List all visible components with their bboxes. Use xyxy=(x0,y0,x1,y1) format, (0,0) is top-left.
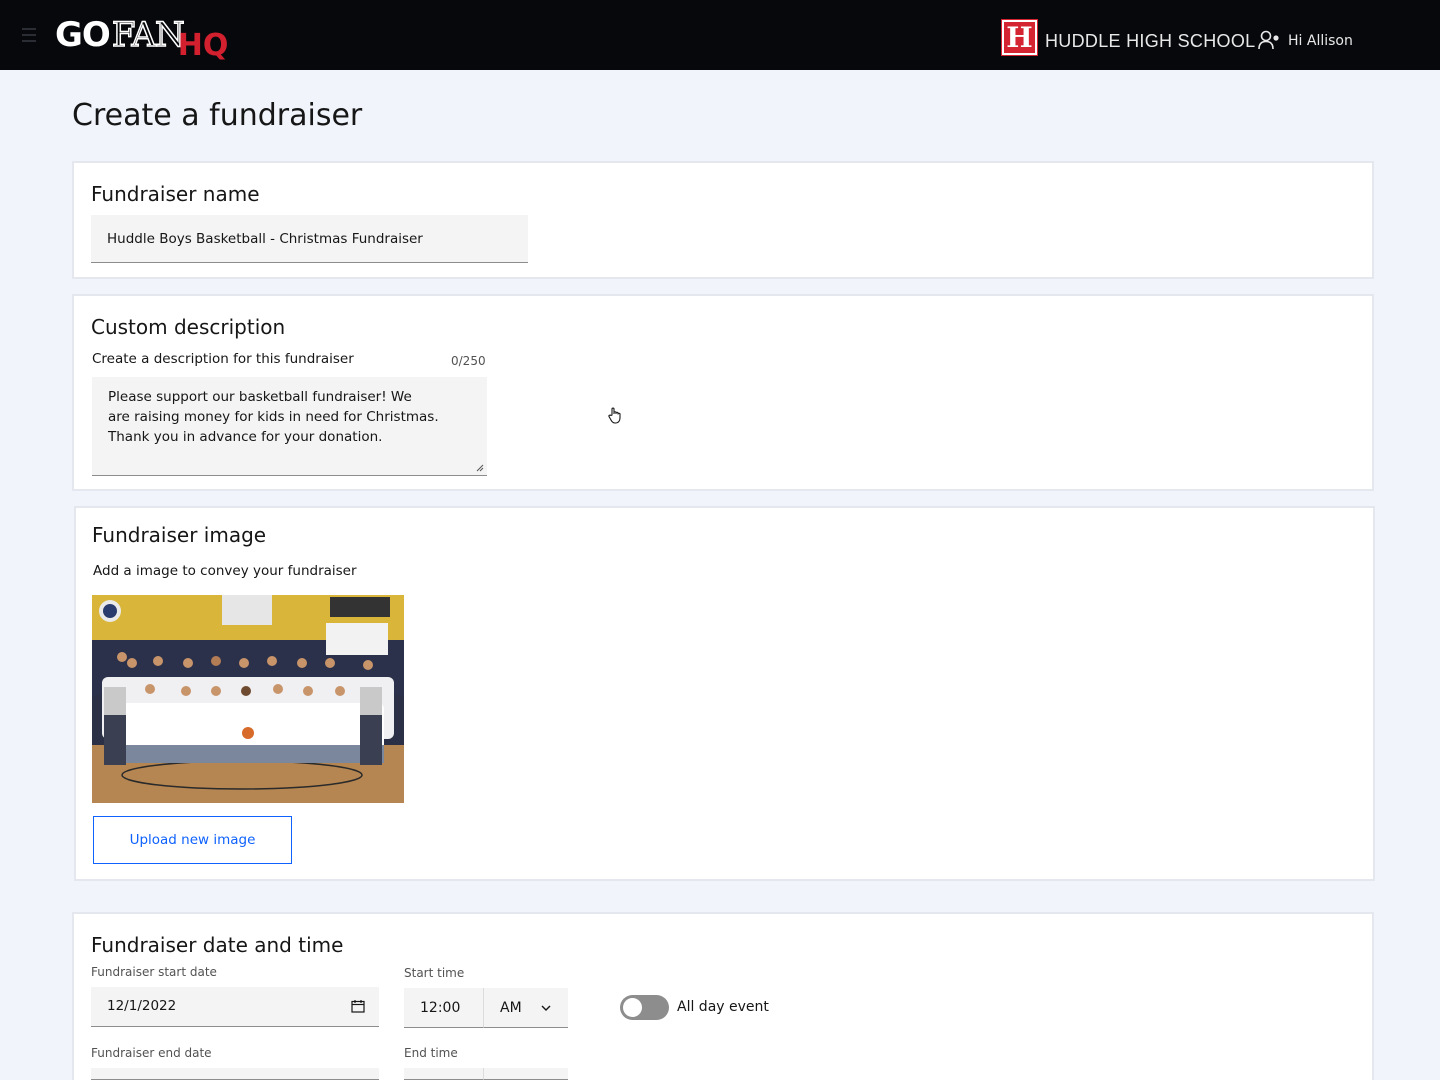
top-navigation-bar: GO FAN HQ H HUDDLE HIGH SCHOOL Hi Alliso… xyxy=(0,0,1440,70)
resize-grip-icon[interactable] xyxy=(476,464,484,472)
fundraiser-name-heading: Fundraiser name xyxy=(91,182,260,206)
start-date-input[interactable]: 12/1/2022 xyxy=(91,987,379,1027)
date-time-heading: Fundraiser date and time xyxy=(91,933,344,957)
all-day-toggle[interactable] xyxy=(620,995,669,1020)
pointer-hand-icon xyxy=(608,407,621,424)
menu-icon[interactable] xyxy=(22,28,36,42)
chevron-down-icon xyxy=(541,1005,551,1011)
user-greeting[interactable]: Hi Allison xyxy=(1288,33,1353,49)
all-day-label: All day event xyxy=(677,999,769,1015)
start-date-label: Fundraiser start date xyxy=(91,965,217,979)
page-title: Create a fundraiser xyxy=(72,98,363,133)
end-time-label: End time xyxy=(404,1046,458,1060)
gofan-hq-logo[interactable]: GO FAN HQ xyxy=(55,14,229,63)
description-line: Please support our basketball fundraiser… xyxy=(108,389,412,405)
upload-new-image-button[interactable]: Upload new image xyxy=(93,816,292,864)
calendar-icon[interactable] xyxy=(351,999,365,1013)
image-helper-text: Add a image to convey your fundraiser xyxy=(93,563,357,579)
end-date-label: Fundraiser end date xyxy=(91,1046,212,1060)
end-date-input[interactable] xyxy=(91,1068,379,1080)
end-period-select[interactable] xyxy=(483,1068,568,1080)
logo-go-text: GO xyxy=(55,15,111,55)
description-textarea[interactable]: Please support our basketball fundraiser… xyxy=(92,377,487,476)
end-time-input[interactable] xyxy=(404,1068,483,1080)
character-counter: 0/250 xyxy=(451,354,486,368)
logo-hq-text: HQ xyxy=(177,28,229,63)
fundraiser-name-input[interactable]: Huddle Boys Basketball - Christmas Fundr… xyxy=(91,215,528,263)
start-date-value: 12/1/2022 xyxy=(107,998,177,1014)
custom-description-card: Custom description Create a description … xyxy=(72,294,1374,491)
team-photo xyxy=(92,595,404,803)
school-name[interactable]: HUDDLE HIGH SCHOOL xyxy=(1045,31,1255,52)
start-time-input[interactable]: 12:00 xyxy=(404,988,483,1028)
toggle-knob xyxy=(623,998,642,1017)
logo-fan-text: FAN xyxy=(111,14,185,56)
description-line: Thank you in advance for your donation. xyxy=(108,429,383,445)
school-logo: H xyxy=(1002,20,1037,55)
custom-description-heading: Custom description xyxy=(91,315,286,339)
fundraiser-name-card: Fundraiser name Huddle Boys Basketball -… xyxy=(72,161,1374,279)
start-period-value: AM xyxy=(500,1000,522,1016)
start-period-select[interactable]: AM xyxy=(483,988,568,1028)
user-icon[interactable] xyxy=(1258,30,1280,50)
description-helper-text: Create a description for this fundraiser xyxy=(92,351,354,367)
fundraiser-image-heading: Fundraiser image xyxy=(92,523,267,547)
description-line: are raising money for kids in need for C… xyxy=(108,409,439,425)
start-time-label: Start time xyxy=(404,966,465,980)
